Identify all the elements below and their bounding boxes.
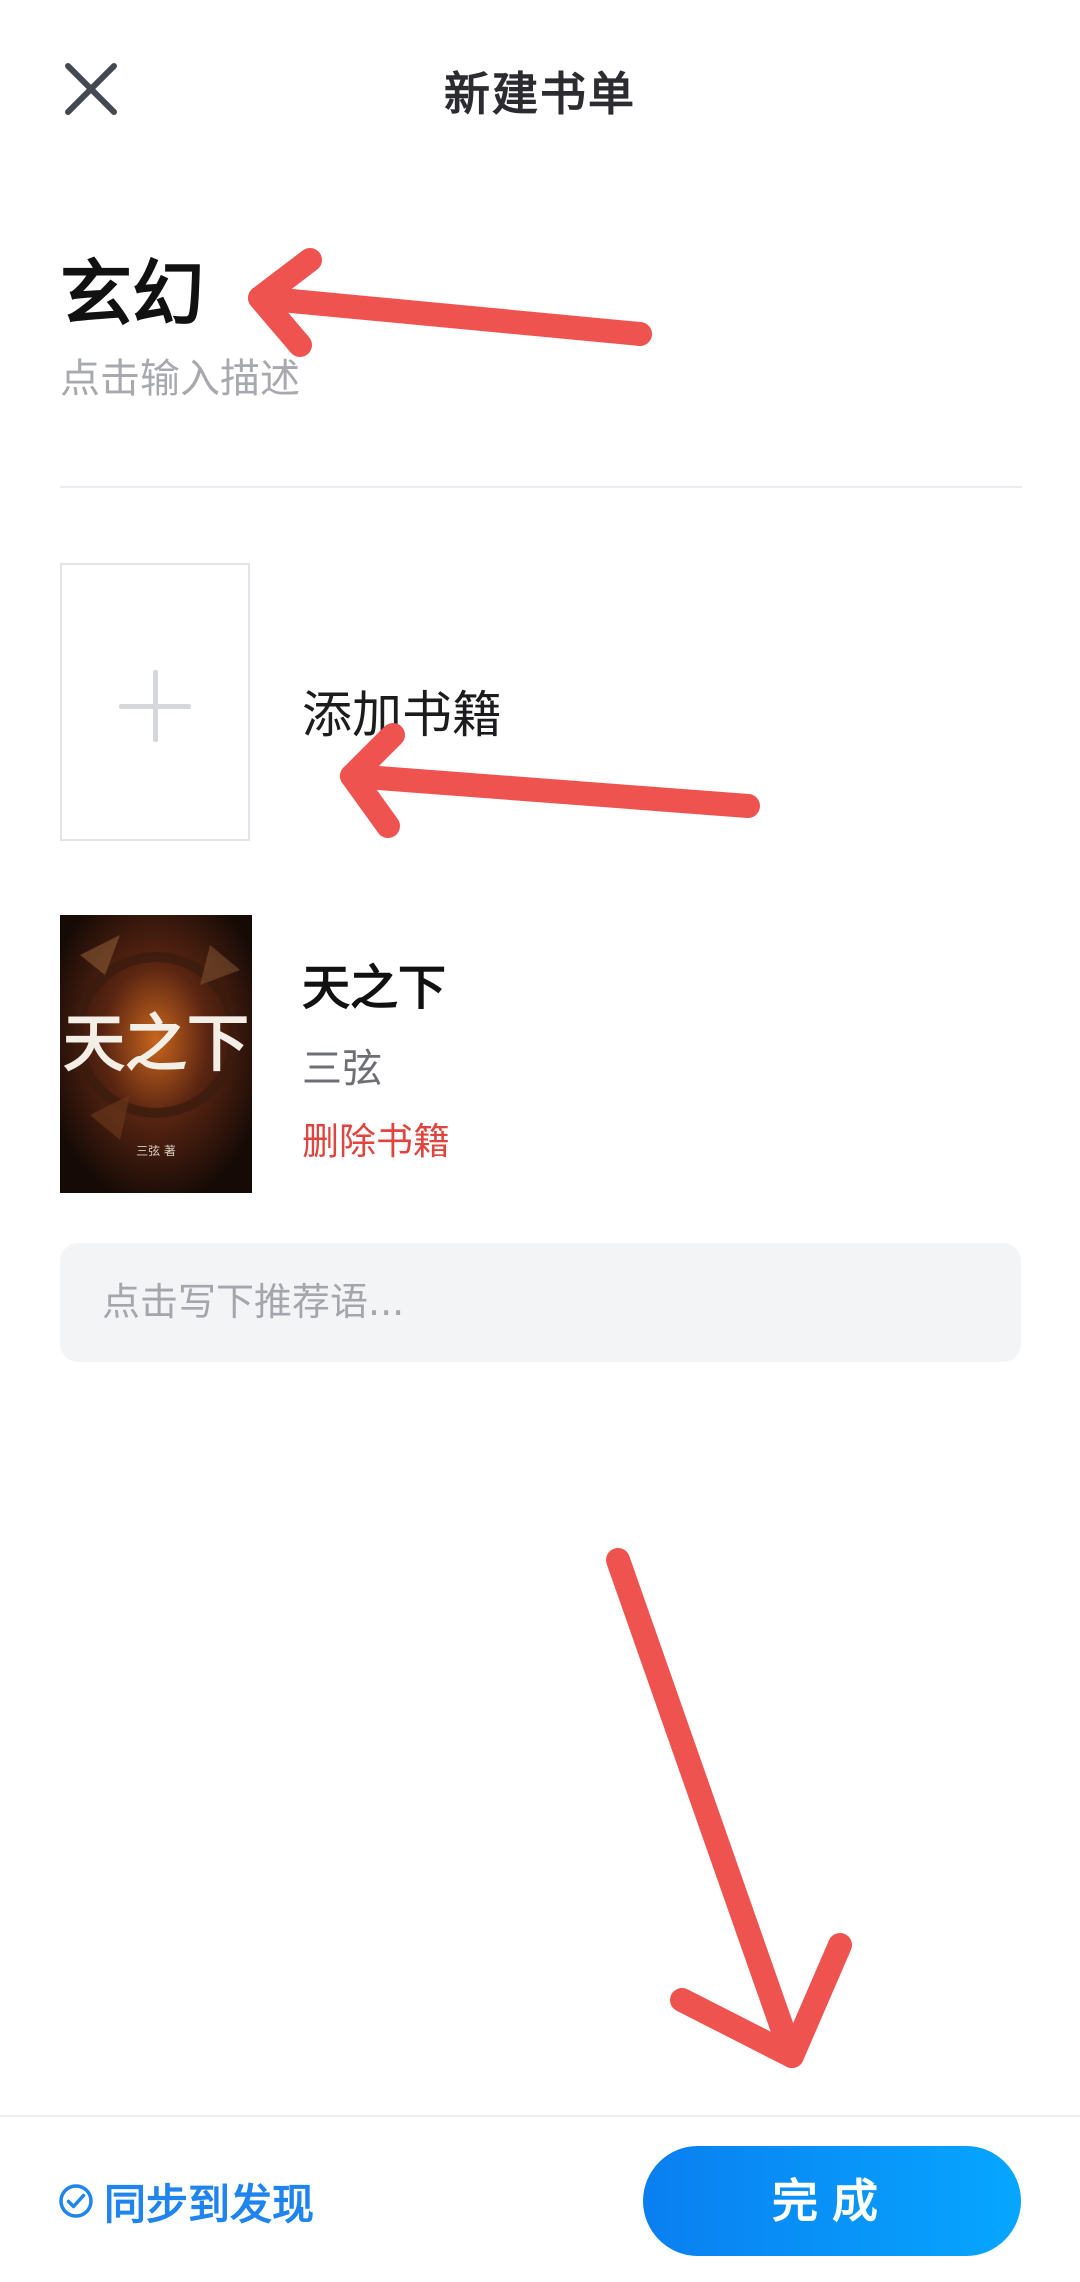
booklist-name-input[interactable]: 玄幻: [60, 235, 204, 340]
cover-author-text: 三弦 著: [136, 1143, 176, 1158]
delete-book-button[interactable]: 删除书籍: [302, 1111, 450, 1165]
book-author: 三弦: [302, 1046, 382, 1092]
annotation-arrowhead: [248, 248, 322, 357]
annotation-arrowhead: [340, 723, 405, 838]
annotation-arrow: [606, 1548, 804, 2068]
page-title: 新建书单: [444, 67, 636, 121]
description-input[interactable]: 点击输入描述: [60, 346, 300, 404]
check-circle-icon: [59, 2184, 93, 2218]
sync-label: 同步到发现: [104, 2179, 315, 2229]
annotation-arrow: [248, 286, 652, 346]
recommendation-input[interactable]: 点击写下推荐语...: [60, 1243, 1021, 1362]
annotation-arrow: [340, 764, 760, 818]
cover-title-text: 天之下: [63, 1007, 249, 1080]
divider: [60, 486, 1022, 488]
bottom-divider: [0, 2115, 1080, 2117]
annotation-arrowhead: [670, 1933, 852, 2068]
done-button[interactable]: 完成: [643, 2146, 1021, 2256]
plus-icon: [153, 670, 158, 742]
add-book-label[interactable]: 添加书籍: [302, 675, 502, 747]
sync-to-discover-toggle[interactable]: 同步到发现: [58, 2176, 314, 2229]
book-cover[interactable]: 天之下 三弦 著: [60, 915, 252, 1193]
book-title[interactable]: 天之下: [302, 948, 446, 1018]
